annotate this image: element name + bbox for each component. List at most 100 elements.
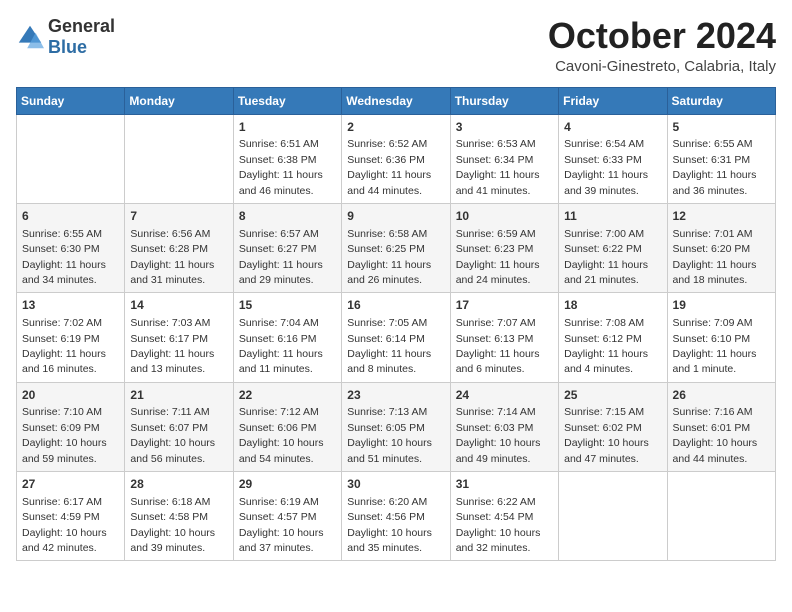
weekday-header-monday: Monday bbox=[125, 87, 233, 114]
weekday-header-saturday: Saturday bbox=[667, 87, 775, 114]
calendar-cell: 10 Sunrise: 6:59 AMSunset: 6:23 PMDayligh… bbox=[450, 203, 558, 292]
logo-text-blue: Blue bbox=[48, 37, 87, 57]
day-number: 25 bbox=[564, 387, 661, 404]
day-number: 29 bbox=[239, 476, 336, 493]
calendar-week-row: 20Sunrise: 7:10 AMSunset: 6:09 PMDayligh… bbox=[17, 382, 776, 471]
day-number: 21 bbox=[130, 387, 227, 404]
calendar-cell: 31 Sunrise: 6:22 AMSunset: 4:54 PMDayligh… bbox=[450, 472, 558, 561]
calendar-cell: 11Sunrise: 7:00 AMSunset: 6:22 PMDayligh… bbox=[559, 203, 667, 292]
day-info: Sunrise: 7:08 AMSunset: 6:12 PMDaylight:… bbox=[564, 317, 648, 375]
calendar-cell: 21 Sunrise: 7:11 AMSunset: 6:07 PMDayligh… bbox=[125, 382, 233, 471]
calendar-cell: 2Sunrise: 6:52 AMSunset: 6:36 PMDaylight… bbox=[342, 114, 450, 203]
day-number: 12 bbox=[673, 208, 770, 225]
weekday-header-tuesday: Tuesday bbox=[233, 87, 341, 114]
day-info: Sunrise: 6:55 AMSunset: 6:31 PMDaylight:… bbox=[673, 138, 757, 196]
calendar-cell: 7Sunrise: 6:56 AMSunset: 6:28 PMDaylight… bbox=[125, 203, 233, 292]
calendar-cell: 12 Sunrise: 7:01 AMSunset: 6:20 PMDayligh… bbox=[667, 203, 775, 292]
day-number: 14 bbox=[130, 297, 227, 314]
day-number: 30 bbox=[347, 476, 444, 493]
calendar-cell: 6 Sunrise: 6:55 AMSunset: 6:30 PMDaylight… bbox=[17, 203, 125, 292]
calendar-cell: 18 Sunrise: 7:08 AMSunset: 6:12 PMDayligh… bbox=[559, 293, 667, 382]
weekday-header-row: SundayMondayTuesdayWednesdayThursdayFrid… bbox=[17, 87, 776, 114]
day-number: 2 bbox=[347, 119, 444, 136]
weekday-header-wednesday: Wednesday bbox=[342, 87, 450, 114]
calendar-cell: 23Sunrise: 7:13 AMSunset: 6:05 PMDayligh… bbox=[342, 382, 450, 471]
day-number: 8 bbox=[239, 208, 336, 225]
calendar-cell: 26 Sunrise: 7:16 AMSunset: 6:01 PMDayligh… bbox=[667, 382, 775, 471]
day-number: 16 bbox=[347, 297, 444, 314]
day-info: Sunrise: 6:53 AMSunset: 6:34 PMDaylight:… bbox=[456, 138, 540, 196]
location-title: Cavoni-Ginestreto, Calabria, Italy bbox=[548, 58, 776, 75]
day-number: 31 bbox=[456, 476, 553, 493]
calendar-cell bbox=[17, 114, 125, 203]
day-info: Sunrise: 7:15 AMSunset: 6:02 PMDaylight:… bbox=[564, 406, 649, 464]
day-info: Sunrise: 7:09 AMSunset: 6:10 PMDaylight:… bbox=[673, 317, 757, 375]
day-info: Sunrise: 6:58 AMSunset: 6:25 PMDaylight:… bbox=[347, 228, 431, 286]
calendar-cell: 5 Sunrise: 6:55 AMSunset: 6:31 PMDaylight… bbox=[667, 114, 775, 203]
calendar-cell: 3 Sunrise: 6:53 AMSunset: 6:34 PMDaylight… bbox=[450, 114, 558, 203]
day-number: 4 bbox=[564, 119, 661, 136]
calendar-cell: 17 Sunrise: 7:07 AMSunset: 6:13 PMDayligh… bbox=[450, 293, 558, 382]
weekday-header-sunday: Sunday bbox=[17, 87, 125, 114]
logo-text-general: General bbox=[48, 16, 115, 36]
day-info: Sunrise: 6:56 AMSunset: 6:28 PMDaylight:… bbox=[130, 228, 214, 286]
day-info: Sunrise: 7:01 AMSunset: 6:20 PMDaylight:… bbox=[673, 228, 757, 286]
day-info: Sunrise: 6:20 AMSunset: 4:56 PMDaylight:… bbox=[347, 496, 432, 554]
day-number: 1 bbox=[239, 119, 336, 136]
day-info: Sunrise: 7:11 AMSunset: 6:07 PMDaylight:… bbox=[130, 406, 215, 464]
calendar-week-row: 6 Sunrise: 6:55 AMSunset: 6:30 PMDaylight… bbox=[17, 203, 776, 292]
day-info: Sunrise: 6:54 AMSunset: 6:33 PMDaylight:… bbox=[564, 138, 648, 196]
page-header: General Blue October 2024 Cavoni-Ginestr… bbox=[16, 16, 776, 75]
day-info: Sunrise: 6:22 AMSunset: 4:54 PMDaylight:… bbox=[456, 496, 541, 554]
day-number: 24 bbox=[456, 387, 553, 404]
calendar-cell: 9 Sunrise: 6:58 AMSunset: 6:25 PMDaylight… bbox=[342, 203, 450, 292]
day-number: 9 bbox=[347, 208, 444, 225]
weekday-header-thursday: Thursday bbox=[450, 87, 558, 114]
calendar-cell: 27 Sunrise: 6:17 AMSunset: 4:59 PMDayligh… bbox=[17, 472, 125, 561]
day-info: Sunrise: 7:16 AMSunset: 6:01 PMDaylight:… bbox=[673, 406, 758, 464]
day-number: 18 bbox=[564, 297, 661, 314]
calendar-week-row: 13 Sunrise: 7:02 AMSunset: 6:19 PMDayligh… bbox=[17, 293, 776, 382]
title-block: October 2024 Cavoni-Ginestreto, Calabria… bbox=[548, 16, 776, 75]
day-number: 17 bbox=[456, 297, 553, 314]
calendar-cell: 24 Sunrise: 7:14 AMSunset: 6:03 PMDayligh… bbox=[450, 382, 558, 471]
day-info: Sunrise: 7:02 AMSunset: 6:19 PMDaylight:… bbox=[22, 317, 106, 375]
calendar-cell: 25 Sunrise: 7:15 AMSunset: 6:02 PMDayligh… bbox=[559, 382, 667, 471]
weekday-header-friday: Friday bbox=[559, 87, 667, 114]
calendar-cell: 15 Sunrise: 7:04 AMSunset: 6:16 PMDayligh… bbox=[233, 293, 341, 382]
month-title: October 2024 bbox=[548, 16, 776, 56]
day-number: 10 bbox=[456, 208, 553, 225]
day-info: Sunrise: 7:05 AMSunset: 6:14 PMDaylight:… bbox=[347, 317, 431, 375]
day-number: 6 bbox=[22, 208, 119, 225]
day-info: Sunrise: 7:04 AMSunset: 6:16 PMDaylight:… bbox=[239, 317, 323, 375]
calendar-week-row: 1Sunrise: 6:51 AMSunset: 6:38 PMDaylight… bbox=[17, 114, 776, 203]
day-info: Sunrise: 7:13 AMSunset: 6:05 PMDaylight:… bbox=[347, 406, 432, 464]
day-number: 28 bbox=[130, 476, 227, 493]
day-info: Sunrise: 7:14 AMSunset: 6:03 PMDaylight:… bbox=[456, 406, 541, 464]
calendar-cell: 14Sunrise: 7:03 AMSunset: 6:17 PMDayligh… bbox=[125, 293, 233, 382]
calendar-cell: 30 Sunrise: 6:20 AMSunset: 4:56 PMDayligh… bbox=[342, 472, 450, 561]
day-number: 26 bbox=[673, 387, 770, 404]
calendar-cell: 8Sunrise: 6:57 AMSunset: 6:27 PMDaylight… bbox=[233, 203, 341, 292]
calendar-cell: 20Sunrise: 7:10 AMSunset: 6:09 PMDayligh… bbox=[17, 382, 125, 471]
day-number: 3 bbox=[456, 119, 553, 136]
day-number: 27 bbox=[22, 476, 119, 493]
calendar-cell: 19Sunrise: 7:09 AMSunset: 6:10 PMDayligh… bbox=[667, 293, 775, 382]
calendar-table: SundayMondayTuesdayWednesdayThursdayFrid… bbox=[16, 87, 776, 562]
day-info: Sunrise: 6:18 AMSunset: 4:58 PMDaylight:… bbox=[130, 496, 215, 554]
day-info: Sunrise: 6:17 AMSunset: 4:59 PMDaylight:… bbox=[22, 496, 107, 554]
calendar-cell bbox=[559, 472, 667, 561]
day-number: 5 bbox=[673, 119, 770, 136]
day-info: Sunrise: 7:12 AMSunset: 6:06 PMDaylight:… bbox=[239, 406, 324, 464]
calendar-cell bbox=[667, 472, 775, 561]
day-info: Sunrise: 6:59 AMSunset: 6:23 PMDaylight:… bbox=[456, 228, 540, 286]
day-info: Sunrise: 7:10 AMSunset: 6:09 PMDaylight:… bbox=[22, 406, 107, 464]
calendar-cell: 4 Sunrise: 6:54 AMSunset: 6:33 PMDaylight… bbox=[559, 114, 667, 203]
day-info: Sunrise: 6:55 AMSunset: 6:30 PMDaylight:… bbox=[22, 228, 106, 286]
day-info: Sunrise: 7:00 AMSunset: 6:22 PMDaylight:… bbox=[564, 228, 648, 286]
logo-icon bbox=[16, 23, 44, 51]
calendar-cell bbox=[125, 114, 233, 203]
day-number: 13 bbox=[22, 297, 119, 314]
day-info: Sunrise: 7:07 AMSunset: 6:13 PMDaylight:… bbox=[456, 317, 540, 375]
day-number: 15 bbox=[239, 297, 336, 314]
